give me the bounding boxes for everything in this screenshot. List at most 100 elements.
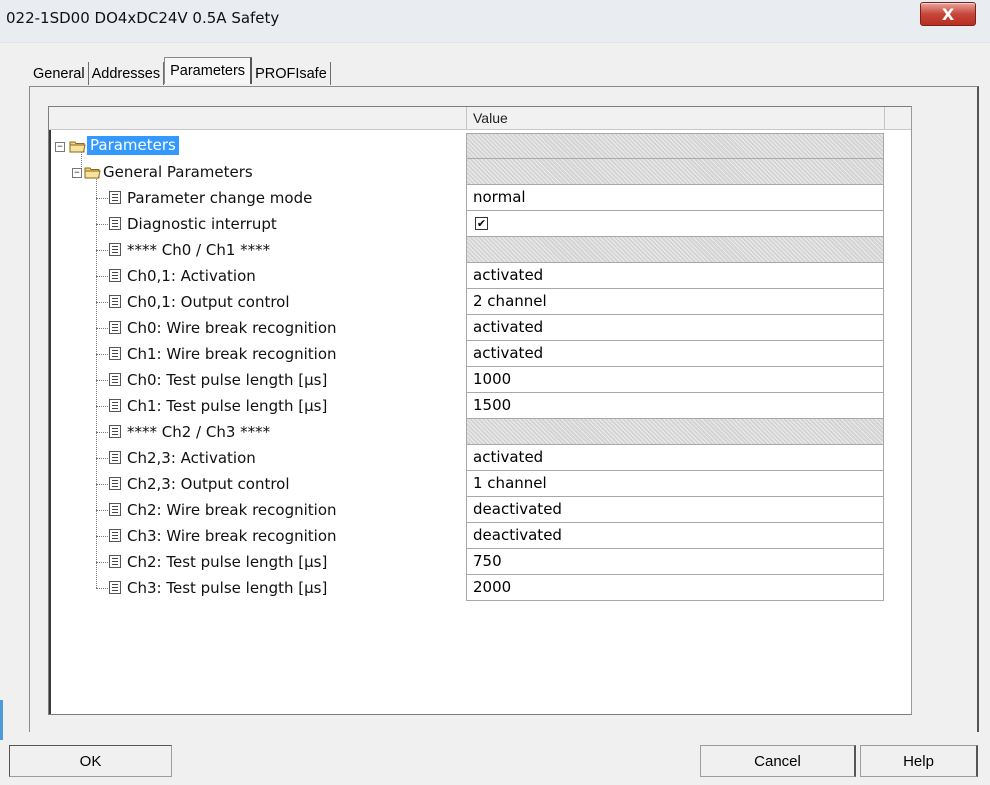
parameter-grid: Value − Parameters − General Parameters Para… [48,106,912,715]
value-cell-ch0-1-output-control[interactable]: 2 channel [466,289,884,315]
tree-row[interactable]: − Parameters [49,133,885,159]
value-text: 750 [473,552,502,570]
value-cell-diagnostic-interrupt[interactable]: ✔ [466,211,884,237]
tree-row[interactable]: Ch1: Test pulse length [µs] 1500 [49,393,885,419]
tree-item-parameters[interactable]: Parameters [87,136,179,155]
parameter-name[interactable]: Ch2: Wire break recognition [127,497,337,523]
parameter-name[interactable]: Ch1: Test pulse length [µs] [127,393,327,419]
parameter-name[interactable]: General Parameters [103,159,253,185]
tree-guide-line [96,250,108,251]
tree-row[interactable]: Parameter change mode normal [49,185,885,211]
tree-guide-line [96,458,108,459]
grid-header: Value [49,107,911,130]
tree-row[interactable]: Ch0,1: Activation activated [49,263,885,289]
parameter-icon [109,191,121,204]
value-cell-ch1-wire-break-recognition[interactable]: activated [466,341,884,367]
tree-row[interactable]: Ch1: Wire break recognition activated [49,341,885,367]
tree-row[interactable]: Ch2,3: Output control 1 channel [49,471,885,497]
tree-guide-line [96,328,108,329]
tree-guide-line [96,380,108,381]
parameter-icon [109,555,121,568]
tree-row[interactable]: **** Ch2 / Ch3 **** [49,419,885,445]
parameter-icon [109,425,121,438]
tree-row[interactable]: − General Parameters [49,159,885,185]
value-cell-parameter-change-mode[interactable]: normal [466,185,884,211]
value-cell-ch0-wire-break-recognition[interactable]: activated [466,315,884,341]
tree-row[interactable]: Ch0: Wire break recognition activated [49,315,885,341]
tree-guide-line [96,406,108,407]
tree-guide-line [96,562,108,563]
tree-row[interactable]: Ch2,3: Activation activated [49,445,885,471]
tree-guide-line [96,276,108,277]
parameter-name[interactable]: **** Ch0 / Ch1 **** [127,237,270,263]
tree-row[interactable]: Ch0: Test pulse length [µs] 1000 [49,367,885,393]
collapse-icon[interactable]: − [72,168,82,178]
value-text: deactivated [473,500,562,518]
tree-row[interactable]: Diagnostic interrupt ✔ [49,211,885,237]
tab-parameters[interactable]: Parameters [164,57,253,84]
parameter-name[interactable]: Diagnostic interrupt [127,211,277,237]
value-column-header[interactable]: Value [467,107,885,129]
parameter-icon [109,217,121,230]
ok-button[interactable]: OK [9,745,172,777]
window-title: 022-1SD00 DO4xDC24V 0.5A Safety [6,9,280,27]
collapse-icon[interactable]: − [55,142,65,152]
parameter-name[interactable]: **** Ch2 / Ch3 **** [127,419,270,445]
close-icon: X [941,4,955,24]
value-cell-ch2-3-activation[interactable]: activated [466,445,884,471]
tree-row[interactable]: Ch2: Test pulse length [µs] 750 [49,549,885,575]
value-cell-disabled [466,419,884,445]
tree-guide-line [96,302,108,303]
tab-general[interactable]: General [29,62,89,85]
value-cell-ch0-test-pulse-length-s[interactable]: 1000 [466,367,884,393]
value-cell-disabled [466,133,884,159]
value-text: 2 channel [473,292,547,310]
value-cell-ch3-test-pulse-length-s[interactable]: 2000 [466,575,884,601]
parameter-name[interactable]: Ch2: Test pulse length [µs] [127,549,327,575]
value-cell-ch1-test-pulse-length-s[interactable]: 1500 [466,393,884,419]
folder-icon [84,164,101,179]
tree-guide-line [96,432,108,433]
value-cell-ch2-test-pulse-length-s[interactable]: 750 [466,549,884,575]
value-text: activated [473,318,544,336]
parameter-name[interactable]: Ch3: Test pulse length [µs] [127,575,327,601]
parameter-name[interactable]: Ch3: Wire break recognition [127,523,337,549]
tree-guide-line [96,588,108,589]
parameter-name[interactable]: Ch2,3: Activation [127,445,256,471]
value-cell-ch0-1-activation[interactable]: activated [466,263,884,289]
value-text: deactivated [473,526,562,544]
name-column-header[interactable] [49,107,467,129]
tree-row[interactable]: Ch2: Wire break recognition deactivated [49,497,885,523]
tree-row[interactable]: Ch3: Wire break recognition deactivated [49,523,885,549]
window-edge [0,700,3,740]
value-text: 1500 [473,396,512,414]
value-cell-ch2-wire-break-recognition[interactable]: deactivated [466,497,884,523]
tab-addresses[interactable]: Addresses [89,62,165,85]
value-cell-ch3-wire-break-recognition[interactable]: deactivated [466,523,884,549]
parameter-icon [109,269,121,282]
tree-guide-line [96,536,108,537]
tab-profisafe[interactable]: PROFIsafe [252,62,331,85]
value-text: 1000 [473,370,512,388]
parameter-name[interactable]: Ch0,1: Output control [127,289,290,315]
close-button[interactable]: X [920,2,976,26]
diagnostic-interrupt-checkbox[interactable]: ✔ [475,217,488,230]
parameter-name[interactable]: Ch0: Test pulse length [µs] [127,367,327,393]
parameter-icon [109,503,121,516]
parameter-icon [109,529,121,542]
tree-guide-line [96,198,108,199]
value-text: 1 channel [473,474,547,492]
parameter-name[interactable]: Parameter change mode [127,185,312,211]
tree-row[interactable]: Ch0,1: Output control 2 channel [49,289,885,315]
parameter-name[interactable]: Ch2,3: Output control [127,471,290,497]
parameter-name[interactable]: Ch1: Wire break recognition [127,341,337,367]
parameter-name[interactable]: Ch0,1: Activation [127,263,256,289]
parameter-name[interactable]: Ch0: Wire break recognition [127,315,337,341]
tree-guide-line [96,354,108,355]
value-cell-ch2-3-output-control[interactable]: 1 channel [466,471,884,497]
tree-row[interactable]: **** Ch0 / Ch1 **** [49,237,885,263]
tree-row[interactable]: Ch3: Test pulse length [µs] 2000 [49,575,885,601]
parameter-icon [109,399,121,412]
cancel-button[interactable]: Cancel [700,745,856,777]
help-button[interactable]: Help [860,745,978,777]
